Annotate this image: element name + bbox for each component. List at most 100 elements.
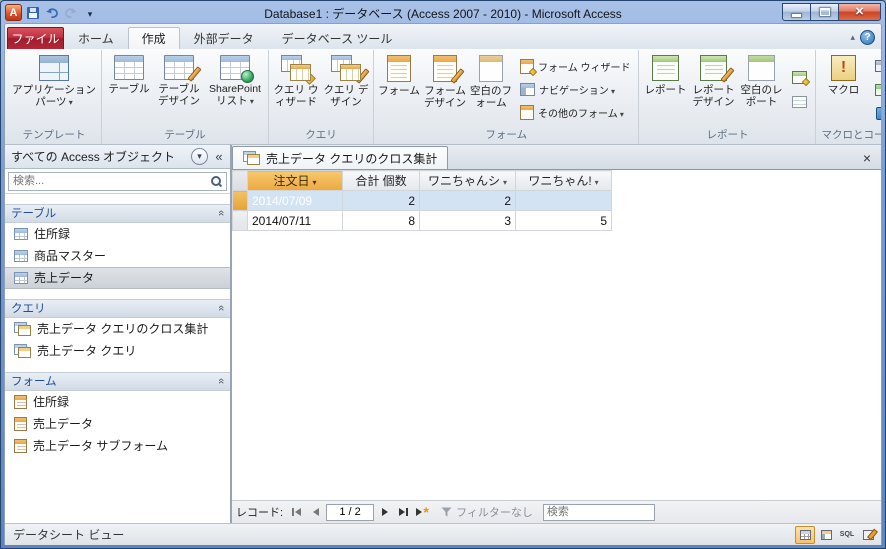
search-input[interactable]: [8, 171, 227, 191]
workspace: すべての Access オブジェクト テーブル: [5, 145, 881, 523]
datasheet-view-icon: [799, 529, 811, 540]
button-label: SharePoint リスト: [206, 83, 264, 108]
cell[interactable]: 8: [342, 210, 420, 231]
last-record-button[interactable]: [395, 504, 412, 521]
sharepoint-lists-button[interactable]: SharePoint リスト: [204, 51, 266, 128]
blank-report-button[interactable]: 空白のレポート: [737, 51, 785, 128]
nav-item-table-address-book[interactable]: 住所録: [5, 223, 230, 245]
nav-item-form-address-book[interactable]: 住所録: [5, 391, 230, 413]
navpane-section-tables: テーブル 住所録 商品マスター 売上デー: [5, 203, 230, 289]
minimize-button[interactable]: [782, 2, 811, 21]
cell[interactable]: [515, 190, 612, 211]
tab-file[interactable]: ファイル: [7, 27, 64, 49]
qat-customize-button[interactable]: [81, 4, 99, 22]
visual-basic-button[interactable]: [870, 103, 881, 124]
column-header-total-count[interactable]: 合計 個数: [342, 170, 420, 191]
cell[interactable]: 3: [419, 210, 516, 231]
tab-database-tools[interactable]: データベース ツール: [268, 27, 407, 49]
report-design-button[interactable]: レポート デザイン: [689, 51, 737, 128]
nav-item-form-sales-data[interactable]: 売上データ: [5, 413, 230, 435]
nav-item-table-sales-data[interactable]: 売上データ: [5, 266, 230, 289]
access-app-icon[interactable]: [5, 4, 22, 21]
nav-item-query-crosstab[interactable]: 売上データ クエリのクロス集計: [5, 318, 230, 340]
section-header-forms[interactable]: フォーム: [5, 371, 230, 391]
table-button[interactable]: テーブル: [104, 51, 154, 128]
previous-record-button[interactable]: [307, 504, 324, 521]
new-record-button[interactable]: [414, 504, 431, 521]
undo-button[interactable]: [43, 4, 61, 22]
row-selector[interactable]: [232, 210, 248, 231]
cell[interactable]: 2014/07/11: [247, 210, 343, 231]
navpane-collapse-button[interactable]: [211, 149, 227, 165]
column-header-wani-s[interactable]: ワニちゃんシ: [419, 170, 516, 191]
filter-dropdown-icon[interactable]: [500, 174, 507, 188]
application-parts-button[interactable]: アプリケーション パーツ: [9, 51, 99, 128]
navigation-button[interactable]: ナビゲーション: [516, 80, 634, 100]
help-button[interactable]: [860, 30, 875, 45]
macro-button[interactable]: マクロ: [818, 51, 868, 128]
report-wizard-button[interactable]: [787, 67, 811, 88]
cell[interactable]: 2: [419, 190, 516, 211]
tab-home[interactable]: ホーム: [64, 27, 128, 49]
section-header-queries[interactable]: クエリ: [5, 298, 230, 318]
first-record-button[interactable]: [288, 504, 305, 521]
nav-item-query-sales[interactable]: 売上データ クエリ: [5, 340, 230, 362]
report-button[interactable]: レポート: [641, 51, 689, 128]
record-search-input[interactable]: [542, 503, 655, 521]
document-tab-crosstab-query[interactable]: 売上データ クエリのクロス集計: [232, 146, 449, 169]
form-button[interactable]: フォーム: [376, 51, 422, 128]
crosstab-query-icon: [243, 151, 260, 165]
query-design-button[interactable]: クエリ デザイン: [321, 51, 371, 128]
blank-form-button[interactable]: 空白のフォーム: [468, 51, 514, 128]
navpane-title: すべての Access オブジェクト: [11, 150, 176, 164]
column-header-order-date[interactable]: 注文日: [247, 170, 343, 191]
record-label: レコード:: [236, 507, 284, 519]
form-design-button[interactable]: フォーム デザイン: [422, 51, 468, 128]
datasheet-view-button[interactable]: [795, 525, 815, 544]
class-module-button[interactable]: [870, 79, 881, 100]
tab-external-data[interactable]: 外部データ: [180, 27, 268, 49]
more-forms-button[interactable]: その他のフォーム: [516, 103, 634, 123]
nav-item-table-product-master[interactable]: 商品マスター: [5, 245, 230, 267]
sql-view-button[interactable]: SQL: [837, 526, 857, 544]
record-position-input[interactable]: [326, 503, 375, 521]
column-header-wani-n[interactable]: ワニちゃん!: [515, 170, 612, 191]
close-button[interactable]: [838, 2, 881, 21]
search-icon[interactable]: [211, 176, 221, 186]
minimize-ribbon-button[interactable]: [850, 33, 855, 42]
save-button[interactable]: [24, 4, 42, 22]
redo-button[interactable]: [62, 4, 80, 22]
query-wizard-button[interactable]: クエリ ウィザード: [271, 51, 321, 128]
row-selector[interactable]: [232, 190, 248, 211]
next-record-button[interactable]: [376, 504, 393, 521]
table-design-button[interactable]: テーブル デザイン: [154, 51, 204, 128]
ribbon-group-tables: テーブル テーブル デザイン SharePoint リスト テーブル: [102, 50, 269, 144]
navpane-menu-button[interactable]: [191, 148, 208, 165]
filter-dropdown-icon[interactable]: [310, 174, 317, 188]
forms-small-buttons: フォーム ウィザード ナビゲーション その他のフォーム: [514, 51, 636, 128]
cell-selected[interactable]: 2014/07/09: [247, 190, 343, 211]
filter-status[interactable]: フィルターなし: [441, 504, 533, 520]
header-row: 注文日 合計 個数 ワニちゃんシ ワニちゃん!: [232, 170, 612, 191]
filter-dropdown-icon[interactable]: [592, 174, 599, 188]
module-button[interactable]: [870, 55, 881, 76]
cell[interactable]: 5: [515, 210, 612, 231]
nav-item-form-sales-subform[interactable]: 売上データ サブフォーム: [5, 435, 230, 457]
design-view-button[interactable]: [858, 526, 878, 544]
navigation-icon: [520, 83, 535, 96]
labels-button[interactable]: [787, 91, 811, 112]
section-header-tables[interactable]: テーブル: [5, 203, 230, 223]
group-label: レポート: [706, 129, 749, 141]
group-label: テーブル: [164, 129, 206, 141]
pivottable-view-button[interactable]: [816, 526, 836, 544]
form-wizard-button[interactable]: フォーム ウィザード: [516, 57, 634, 77]
close-document-button[interactable]: [859, 150, 875, 166]
select-all-corner[interactable]: [232, 170, 248, 191]
document-tab-title: 売上データ クエリのクロス集計: [266, 151, 438, 166]
sparkle-icon: [801, 77, 811, 87]
tab-create[interactable]: 作成: [127, 27, 180, 49]
maximize-button[interactable]: [810, 2, 839, 21]
cell[interactable]: 2: [342, 190, 420, 211]
button-label: クエリ ウィザード: [273, 84, 319, 108]
table-icon: [14, 271, 28, 284]
